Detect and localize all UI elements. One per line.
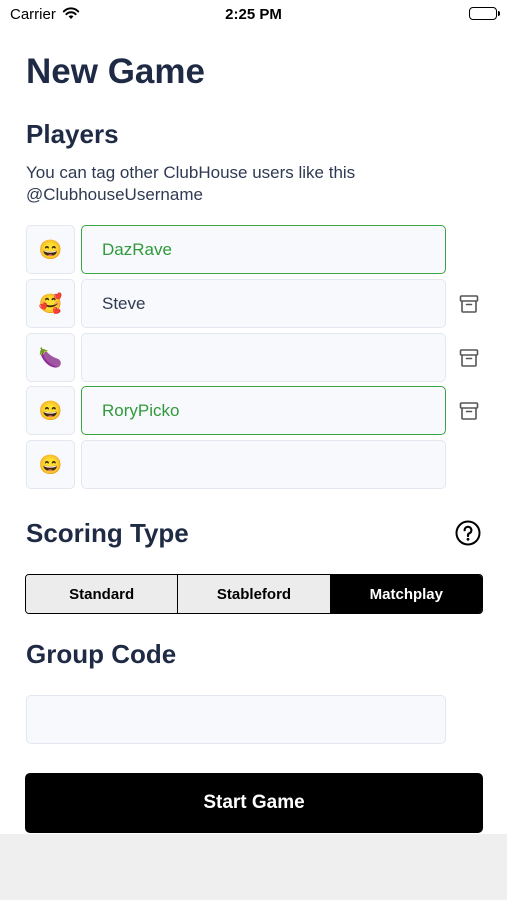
players-title: Players [26,119,119,149]
battery-icon [469,7,500,20]
player-name-input[interactable]: DazRave [81,225,446,274]
players-help-text: You can tag other ClubHouse users like t… [26,163,356,204]
player-name-input[interactable]: RoryPicko [81,386,446,435]
player-row: 🍆 [26,333,491,382]
segment-standard[interactable]: Standard [26,575,179,613]
player-row: 🥰 Steve [26,279,491,328]
start-game-button[interactable]: Start Game [25,773,483,833]
archive-icon[interactable] [458,400,480,422]
emoji-picker-button[interactable]: 😄 [26,440,75,489]
player-row: 😄 DazRave [26,225,491,274]
emoji-picker-button[interactable]: 🥰 [26,279,75,328]
player-name-input[interactable] [81,440,446,489]
status-bar: Carrier 2:25 PM [0,0,507,28]
emoji-picker-button[interactable]: 🍆 [26,333,75,382]
scoring-type-title: Scoring Type [26,518,189,548]
help-icon[interactable] [455,520,481,546]
clock: 2:25 PM [225,6,282,23]
emoji-picker-button[interactable]: 😄 [26,386,75,435]
player-row: 😄 [26,440,491,489]
scoring-type-selector: Standard Stableford Matchplay [25,574,483,614]
page-title: New Game [26,52,205,91]
segment-stableford[interactable]: Stableford [178,575,331,613]
archive-icon[interactable] [458,293,480,315]
player-name-input[interactable] [81,333,446,382]
group-code-title: Group Code [26,639,177,669]
archive-icon[interactable] [458,347,480,369]
group-code-input[interactable] [26,695,446,744]
player-name-input[interactable]: Steve [81,279,446,328]
segment-matchplay[interactable]: Matchplay [330,575,482,613]
player-row: 😄 RoryPicko [26,386,491,435]
emoji-picker-button[interactable]: 😄 [26,225,75,274]
bottom-safe-area [0,834,507,900]
